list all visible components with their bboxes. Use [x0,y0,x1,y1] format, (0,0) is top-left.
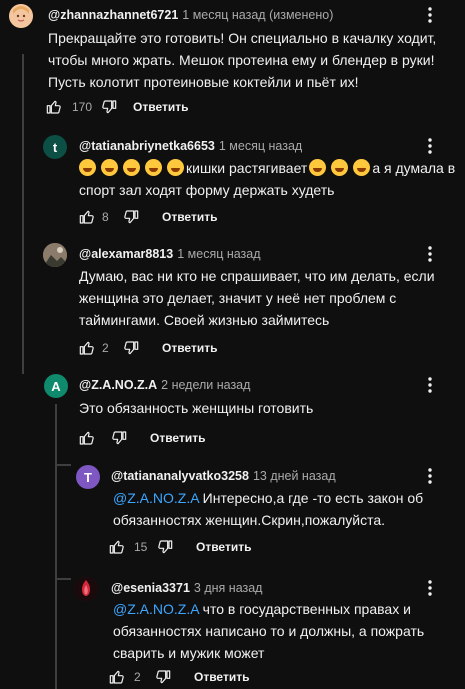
comment-actions: 15 Ответить [108,537,251,557]
comment-time[interactable]: 1 месяц назад [177,247,260,261]
avatar[interactable] [74,577,98,601]
thread-connector [55,464,71,466]
reply-button[interactable]: Ответить [162,341,217,355]
thumb-down-icon[interactable] [154,668,172,686]
laughing-emoji-icon [353,159,371,176]
comment-actions: 2 Ответить [108,667,249,687]
comment-author[interactable]: @tatianabriynetka6653 [79,139,215,153]
comment-time[interactable]: 13 дней назад [253,469,336,483]
thumb-down-icon[interactable] [156,538,174,556]
comment-author[interactable]: @esenia3371 [111,581,190,595]
comment-author[interactable]: @Z.A.NO.Z.A [79,378,157,392]
laughing-emoji-icon [331,159,349,176]
thumb-down-icon[interactable] [100,98,118,116]
laughing-emoji-icon [309,159,327,176]
more-vert-icon[interactable] [420,466,440,486]
comment-text: @Z.A.NO.Z.A что в государственных правах… [113,601,425,661]
comment-text: кишки растягивает а я думала в спорт зал … [79,159,456,198]
comment-actions: 2 Ответить [78,338,217,358]
avatar[interactable] [9,4,33,28]
like-count: 15 [134,540,148,554]
comment-text: Это обязанность женщины готовить [79,400,314,416]
avatar[interactable]: T [76,465,100,489]
thumb-up-icon[interactable] [78,339,96,357]
comment-author[interactable]: @zhannazhannet6721 [48,8,178,22]
mention-link[interactable]: @Z.A.NO.Z.A [113,490,199,506]
thumb-up-icon[interactable] [108,668,126,686]
comment-time[interactable]: 2 недели назад [161,378,250,392]
laughing-emoji-icon [79,159,96,176]
thumb-down-icon[interactable] [122,339,140,357]
thumb-up-icon[interactable] [108,538,126,556]
comment-text: Думаю, вас ни кто не спрашивает, что им … [79,268,435,328]
more-vert-icon[interactable] [420,5,440,25]
comment-author[interactable]: @tatiananalyvatko3258 [111,469,249,483]
like-count: 170 [72,100,93,114]
thumb-down-icon[interactable] [122,208,140,226]
laughing-emoji-icon [145,159,162,176]
thumb-up-icon[interactable] [78,208,96,226]
avatar[interactable]: t [43,135,67,159]
reply-button[interactable]: Ответить [162,210,217,224]
avatar[interactable] [43,243,67,267]
more-vert-icon[interactable] [420,375,440,395]
comment-time[interactable]: 1 месяц назад (изменено) [182,8,333,22]
laughing-emoji-icon [123,159,140,176]
reply-button[interactable]: Ответить [194,670,249,684]
like-count: 8 [102,210,109,224]
more-vert-icon[interactable] [420,578,440,598]
laughing-emoji-icon [167,159,184,176]
comment-time[interactable]: 1 месяц назад [219,139,302,153]
mention-link[interactable]: @Z.A.NO.Z.A [113,601,199,617]
comment-time[interactable]: 3 дня назад [194,581,263,595]
more-vert-icon[interactable] [420,244,440,264]
reply-button[interactable]: Ответить [196,540,251,554]
comment-actions: 8 Ответить [78,207,217,227]
like-count: 2 [102,341,109,355]
avatar[interactable]: A [44,374,68,398]
comment-actions: Ответить [78,428,205,448]
more-vert-icon[interactable] [420,136,440,156]
thumb-up-icon[interactable] [78,429,96,447]
comment-actions: 170 Ответить [45,97,188,117]
thumb-up-icon[interactable] [45,98,63,116]
thread-line-main [22,54,24,374]
comment-text: Прекращайте это готовить! Он специально … [48,30,437,90]
laughing-emoji-icon [101,159,118,176]
thread-connector [55,578,71,580]
like-count: 2 [134,670,141,684]
comment-author[interactable]: @alexamar8813 [79,247,173,261]
reply-button[interactable]: Ответить [150,431,205,445]
thumb-down-icon[interactable] [110,429,128,447]
thread-line-sub [55,404,57,689]
reply-button[interactable]: Ответить [133,100,188,114]
comment-text: @Z.A.NO.Z.A Интересно,а где -то есть зак… [113,490,424,528]
